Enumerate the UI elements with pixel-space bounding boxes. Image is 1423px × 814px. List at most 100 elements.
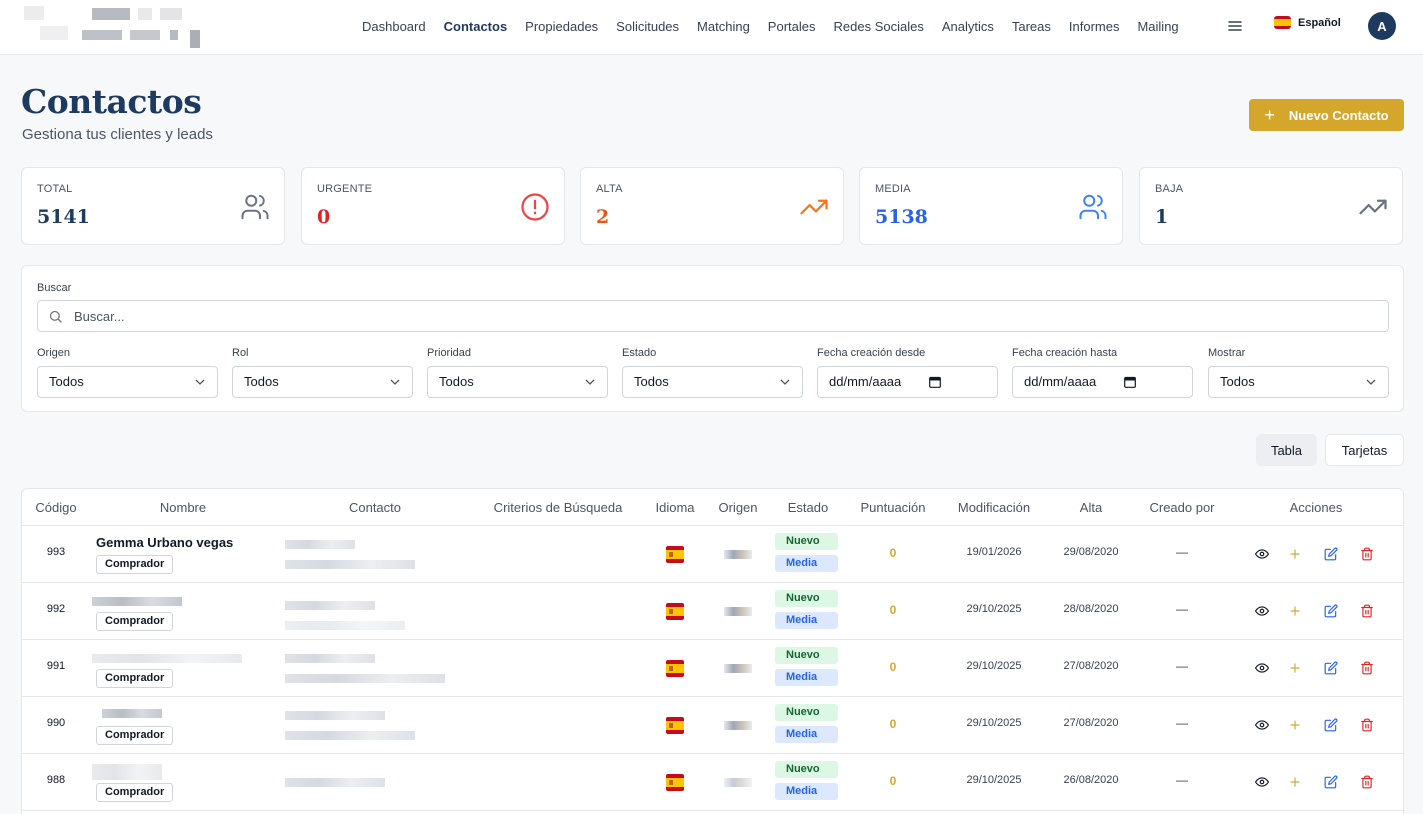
name-redacted	[92, 597, 182, 606]
col-codigo[interactable]: Código	[35, 500, 76, 515]
menu-icon[interactable]	[1226, 18, 1244, 34]
edit-icon[interactable]	[1324, 775, 1338, 789]
eye-icon[interactable]	[1255, 604, 1269, 618]
calendar-icon[interactable]	[1124, 376, 1136, 388]
row-creator: —	[1176, 716, 1188, 730]
col-nombre[interactable]: Nombre	[160, 500, 206, 515]
row-code: 991	[46, 660, 66, 672]
fecha-desde-input[interactable]: dd/mm/aaaa	[817, 366, 998, 398]
nav-mailing[interactable]: Mailing	[1128, 19, 1187, 34]
fecha-hasta-value: dd/mm/aaaa	[1024, 374, 1097, 389]
row-score: 0	[889, 774, 897, 788]
nav-contactos[interactable]: Contactos	[435, 19, 517, 34]
col-puntuacion[interactable]: Puntuación	[860, 500, 925, 515]
row-modified: 19/01/2026	[966, 546, 1022, 558]
trash-icon[interactable]	[1360, 718, 1374, 732]
main-nav: Dashboard Contactos Propiedades Solicitu…	[353, 0, 1188, 52]
new-contact-button[interactable]: + Nuevo Contacto	[1249, 99, 1404, 131]
status-badge: Nuevo	[775, 590, 838, 607]
avatar[interactable]: A	[1368, 12, 1396, 40]
nav-redes-sociales[interactable]: Redes Sociales	[825, 19, 933, 34]
name-redacted	[102, 709, 162, 718]
edit-icon[interactable]	[1324, 547, 1338, 561]
table-row[interactable]: 990 Comprador Nuevo Media 0 29/10/2025 2…	[22, 697, 1403, 754]
col-origen[interactable]: Origen	[718, 500, 757, 515]
logo[interactable]	[20, 4, 200, 50]
row-creator: —	[1176, 659, 1188, 673]
eye-icon[interactable]	[1255, 547, 1269, 561]
trash-icon[interactable]	[1360, 775, 1374, 789]
eye-icon[interactable]	[1255, 661, 1269, 675]
chevron-down-icon	[390, 379, 400, 385]
row-modified: 29/10/2025	[966, 660, 1022, 672]
table-row[interactable]: 991 Comprador Nuevo Media 0 29/10/2025 2…	[22, 640, 1403, 697]
stat-value: 0	[317, 206, 331, 228]
nav-propiedades[interactable]: Propiedades	[516, 19, 607, 34]
contact-redacted	[285, 674, 445, 683]
row-code: 988	[46, 774, 66, 786]
row-name[interactable]: Gemma Urbano vegas	[96, 535, 233, 550]
col-creado-por: Creado por	[1149, 500, 1215, 515]
fecha-hasta-input[interactable]: dd/mm/aaaa	[1012, 366, 1193, 398]
mostrar-select[interactable]: Todos	[1208, 366, 1389, 398]
nav-analytics[interactable]: Analytics	[933, 19, 1003, 34]
plus-icon[interactable]	[1288, 718, 1302, 732]
prioridad-select[interactable]: Todos	[427, 366, 608, 398]
nav-portales[interactable]: Portales	[759, 19, 825, 34]
spain-flag-icon	[1274, 16, 1291, 29]
nav-informes[interactable]: Informes	[1060, 19, 1129, 34]
estado-select[interactable]: Todos	[622, 366, 803, 398]
col-acciones: Acciones	[1289, 500, 1343, 515]
row-code: 992	[46, 603, 66, 615]
origen-select[interactable]: Todos	[37, 366, 218, 398]
edit-icon[interactable]	[1324, 718, 1338, 732]
language-selector[interactable]: Español	[1274, 16, 1341, 29]
page-subtitle: Gestiona tus clientes y leads	[22, 126, 213, 143]
edit-icon[interactable]	[1324, 604, 1338, 618]
rol-select[interactable]: Todos	[232, 366, 413, 398]
rol-select-value: Todos	[244, 374, 279, 389]
table-row[interactable]: 988 Comprador Nuevo Media 0 29/10/2025 2…	[22, 754, 1403, 811]
col-idioma[interactable]: Idioma	[655, 500, 694, 515]
role-tag: Comprador	[96, 555, 174, 574]
table-row[interactable]: 992 Comprador Nuevo Media 0 29/10/2025 2…	[22, 583, 1403, 640]
chevron-down-icon	[585, 379, 595, 385]
trash-icon[interactable]	[1360, 547, 1374, 561]
col-estado[interactable]: Estado	[788, 500, 828, 515]
stat-value: 1	[1155, 206, 1169, 228]
col-modificacion[interactable]: Modificación	[958, 500, 1030, 515]
row-score: 0	[889, 603, 897, 617]
plus-icon[interactable]	[1288, 547, 1302, 561]
trash-icon[interactable]	[1360, 661, 1374, 675]
plus-icon[interactable]	[1288, 775, 1302, 789]
eye-icon[interactable]	[1255, 775, 1269, 789]
nav-solicitudes[interactable]: Solicitudes	[607, 19, 688, 34]
table-row[interactable]: 993 Gemma Urbano vegas Comprador Nuevo M…	[22, 526, 1403, 583]
nav-matching[interactable]: Matching	[688, 19, 759, 34]
nav-tareas[interactable]: Tareas	[1003, 19, 1060, 34]
view-tarjetas-button[interactable]: Tarjetas	[1325, 434, 1404, 466]
calendar-icon[interactable]	[929, 376, 941, 388]
origen-select-value: Todos	[49, 374, 84, 389]
nav-dashboard[interactable]: Dashboard	[353, 19, 435, 34]
search-input[interactable]	[74, 301, 1374, 331]
contacts-table: Código Nombre Contacto Criterios de Búsq…	[21, 488, 1404, 814]
filter-label-prioridad: Prioridad	[427, 347, 472, 359]
plus-icon[interactable]	[1288, 604, 1302, 618]
trash-icon[interactable]	[1360, 604, 1374, 618]
row-code: 993	[46, 546, 66, 558]
origin-logo	[724, 721, 752, 730]
spain-flag-icon	[666, 603, 684, 620]
eye-icon[interactable]	[1255, 718, 1269, 732]
edit-icon[interactable]	[1324, 661, 1338, 675]
search-icon	[49, 310, 62, 323]
top-navbar: Dashboard Contactos Propiedades Solicitu…	[0, 0, 1423, 55]
col-alta[interactable]: Alta	[1080, 500, 1102, 515]
priority-badge: Media	[775, 726, 838, 743]
status-badge: Nuevo	[775, 761, 838, 778]
col-contacto[interactable]: Contacto	[349, 500, 401, 515]
trending-up-icon	[1359, 199, 1387, 215]
plus-icon[interactable]	[1288, 661, 1302, 675]
col-criterios[interactable]: Criterios de Búsqueda	[494, 500, 623, 515]
view-tabla-button[interactable]: Tabla	[1256, 434, 1317, 466]
